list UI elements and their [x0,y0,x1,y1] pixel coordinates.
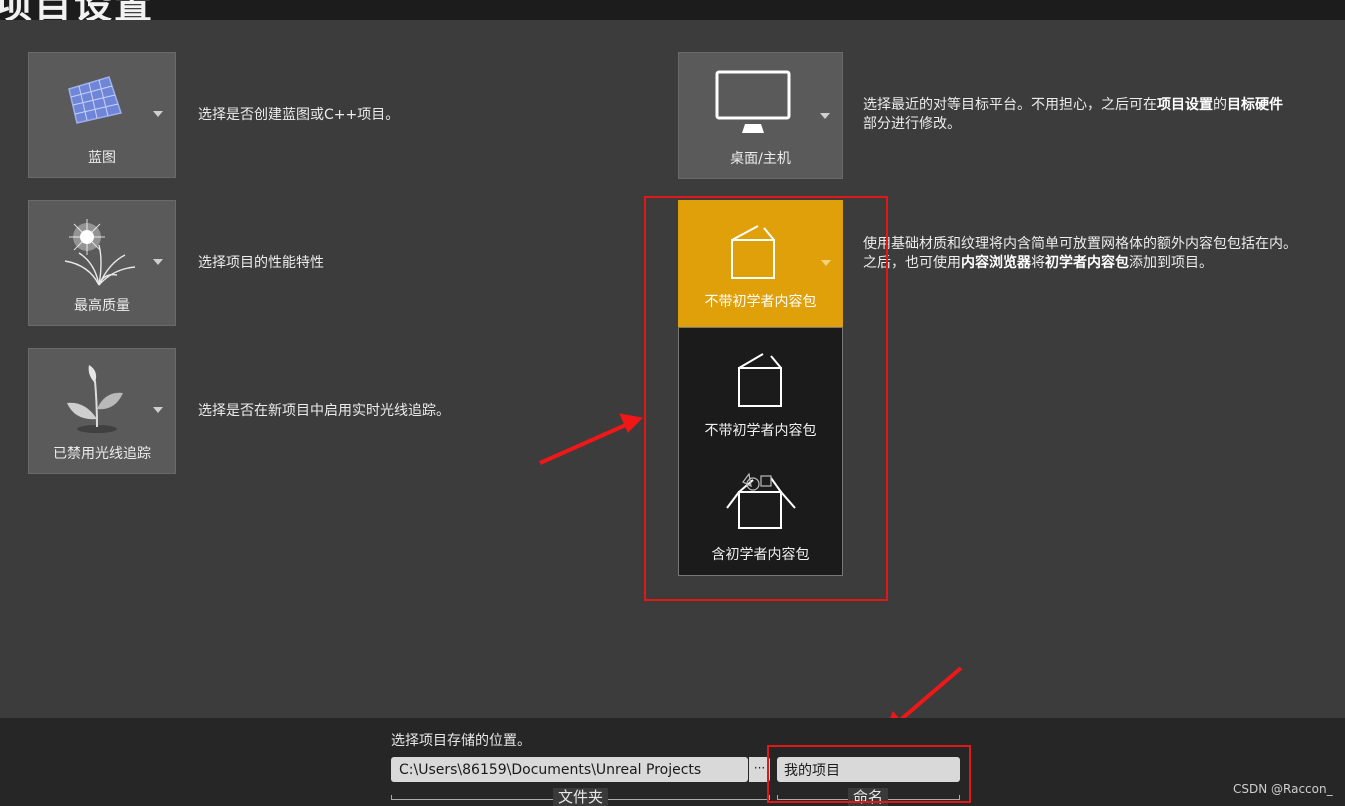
dropdown-option-with-starter[interactable]: 含初学者内容包 [679,452,842,576]
raytracing-label: 已禁用光线追踪 [53,446,151,462]
raytracing-selector[interactable]: 已禁用光线追踪 [28,348,176,474]
chevron-down-icon [820,113,830,119]
quality-icon [64,219,136,286]
chevron-down-icon [821,260,831,266]
watermark: CSDN @Raccon_ [1233,782,1333,796]
location-hint: 选择项目存储的位置。 [391,733,531,749]
folder-label: 文件夹 [553,788,609,806]
starter-box-icon [726,472,796,529]
blueprint-icon [68,76,122,124]
platform-label: 桌面/主机 [730,151,791,167]
with-starter-label: 含初学者内容包 [711,547,810,563]
raytracing-description: 选择是否在新项目中启用实时光线追踪。 [198,403,450,419]
starter-content-dropdown: 不带初学者内容包 含初学者内容包 [678,327,843,576]
quality-description: 选择项目的性能特性 [198,255,324,271]
plant-icon [67,365,123,433]
monitor-icon [715,70,791,133]
chevron-down-icon [153,259,163,265]
project-path-input[interactable] [391,757,748,782]
no-starter-label: 不带初学者内容包 [704,423,817,439]
starter-content-description: 使用基础材质和纹理将内含简单可放置网格体的额外内容包包括在内。 之后，也可使用内容… [863,236,1297,271]
platform-description: 选择最近的对等目标平台。不用担心，之后可在项目设置的目标硬件 部分进行修改。 [863,97,1283,132]
empty-box-icon [738,353,782,407]
project-settings-panel: 蓝图 选择是否创建蓝图或C++项目。 最高质量 选择项目的性能特性 已禁用光线追… [0,20,1345,718]
quality-label: 最高质量 [74,298,130,314]
page-title: 项目设置 [0,0,154,20]
chevron-down-icon [153,407,163,413]
blueprint-description: 选择是否创建蓝图或C++项目。 [198,107,400,123]
blueprint-cpp-selector[interactable]: 蓝图 [28,52,176,178]
starter-content-selector[interactable]: 不带初学者内容包 [678,200,843,327]
starter-content-selected-label: 不带初学者内容包 [704,294,817,310]
quality-selector[interactable]: 最高质量 [28,200,176,326]
name-label: 命名 [848,788,889,806]
browse-folder-button[interactable]: ··· [749,757,770,782]
project-location-footer: 选择项目存储的位置。 ··· 文件夹 命名 CSDN @Raccon_ [0,718,1345,806]
blueprint-label: 蓝图 [88,150,116,166]
dropdown-option-no-starter[interactable]: 不带初学者内容包 [679,328,842,452]
target-platform-selector[interactable]: 桌面/主机 [678,52,843,179]
chevron-down-icon [153,111,163,117]
title-bar: 项目设置 [0,0,1345,20]
project-name-input[interactable] [777,757,960,782]
empty-box-icon [731,225,775,279]
